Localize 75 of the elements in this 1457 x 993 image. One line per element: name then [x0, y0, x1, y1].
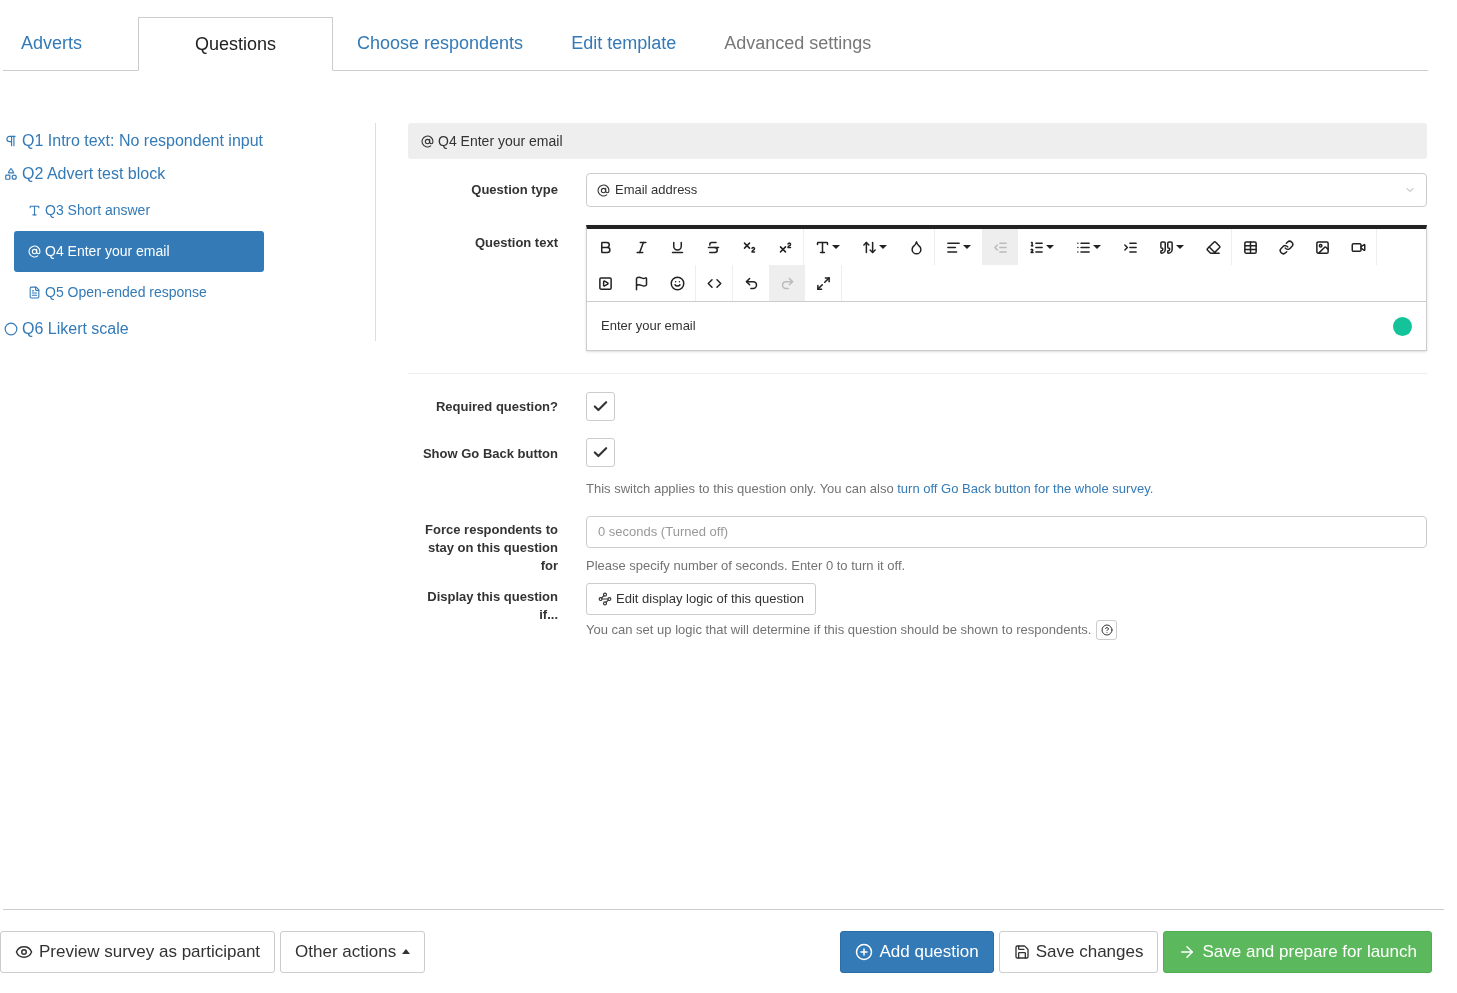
field-label: Show Go Back button — [421, 445, 558, 463]
at-sign-icon — [597, 183, 610, 197]
question-list-item[interactable]: Q4 Enter your email — [14, 231, 264, 272]
align-left-icon — [946, 239, 961, 255]
preview-button[interactable]: Preview survey as participant — [0, 930, 276, 973]
redo-icon — [779, 275, 795, 291]
eraser-icon — [1205, 239, 1221, 255]
caret-down-icon — [1093, 245, 1101, 249]
help-text: This switch applies to this question only. You can also turn off Go Back button for the whole survey. — [586, 480, 1154, 498]
quote-icon — [1159, 239, 1174, 255]
edit-display-logic-button[interactable]: Edit display logic of this question — [586, 583, 816, 615]
document-icon — [28, 286, 41, 299]
shapes-icon — [4, 167, 18, 181]
outdent-icon — [992, 239, 1008, 255]
field-label: Required question? — [434, 397, 558, 416]
launch-button[interactable]: Save and prepare for launch — [1163, 930, 1432, 973]
caret-down-icon — [963, 245, 971, 249]
question-list-item[interactable]: Q2 Advert test block — [0, 158, 320, 190]
table-icon — [1242, 239, 1258, 255]
checkbox[interactable] — [586, 438, 615, 467]
caret-down-icon — [879, 245, 887, 249]
line-height-icon — [862, 239, 877, 255]
link-icon — [1278, 239, 1294, 255]
save-button[interactable]: Save changes — [998, 930, 1159, 973]
subscript-icon — [741, 239, 757, 255]
italic-icon — [633, 239, 649, 255]
flag-icon — [633, 275, 649, 291]
help-text: Please specify number of seconds. Enter 0 to turn it off. — [586, 556, 907, 575]
smiley-icon — [669, 275, 685, 291]
question-list-item[interactable]: Q3 Short answer — [14, 191, 264, 230]
at-sign-icon — [421, 134, 434, 148]
question-list-item[interactable]: Q1 Intro text: No respondent input — [0, 125, 320, 157]
pilcrow-icon — [4, 134, 18, 148]
tab[interactable]: Questions — [138, 17, 333, 71]
plus-circle-icon — [855, 942, 874, 961]
text-icon — [28, 204, 41, 217]
question-list-item[interactable]: Q6 Likert scale — [0, 313, 320, 345]
bullet-list-icon — [1076, 239, 1091, 255]
tab[interactable]: Edit template — [547, 16, 701, 70]
survey-settings-link[interactable]: turn off Go Back button for the whole survey — [897, 481, 1150, 496]
help-button[interactable] — [1096, 620, 1118, 640]
tab[interactable]: Choose respondents — [333, 16, 548, 70]
underline-icon — [669, 239, 685, 255]
strikethrough-icon — [705, 239, 721, 255]
font-size-icon — [815, 239, 830, 255]
field-label: Question type — [470, 181, 558, 200]
indent-icon — [1122, 239, 1138, 255]
caret-up-icon — [402, 949, 411, 954]
at-sign-icon — [28, 245, 41, 258]
checkbox[interactable] — [586, 392, 615, 421]
numbered-list-icon — [1029, 239, 1044, 255]
media-icon — [597, 275, 613, 291]
question-title: Q4 Enter your email — [438, 131, 563, 151]
field-label: Display this question if... — [426, 588, 558, 624]
question-type-select[interactable]: Email address — [586, 173, 1427, 207]
question-mark-icon — [1100, 624, 1113, 636]
menu-button[interactable]: Other actions — [280, 930, 426, 973]
save-icon — [1013, 943, 1030, 960]
seconds-input[interactable]: 0 seconds (Turned off) — [586, 515, 1427, 548]
question-list-item[interactable]: Q5 Open-ended response — [14, 273, 264, 312]
help-text: You can set up logic that will determine if this question should be shown to respondents. — [586, 621, 1092, 640]
field-label: Force respondents to stay on this question for — [424, 520, 558, 575]
caret-down-icon — [832, 245, 840, 249]
caret-down-icon — [1176, 245, 1184, 249]
image-icon — [1314, 239, 1330, 255]
question-text-value[interactable]: Enter your email — [601, 316, 696, 336]
add-button[interactable]: Add question — [840, 930, 994, 973]
superscript-icon — [777, 239, 793, 255]
caret-down-icon — [1046, 245, 1054, 249]
tab[interactable]: Adverts — [3, 16, 138, 70]
droplet-icon — [908, 239, 924, 255]
logic-path-icon — [598, 592, 612, 606]
fullscreen-icon — [815, 275, 831, 291]
field-label: Question text — [473, 234, 558, 252]
undo-icon — [743, 275, 759, 291]
